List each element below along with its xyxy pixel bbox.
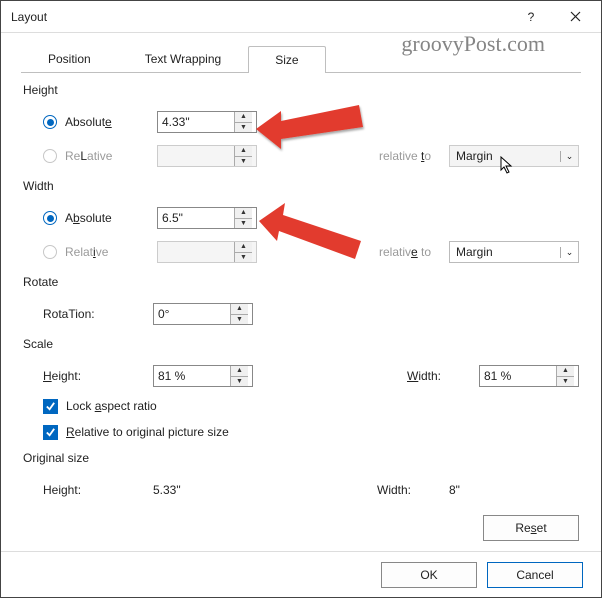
width-absolute-input[interactable] <box>158 208 234 228</box>
group-scale: Scale <box>23 337 579 351</box>
height-absolute-radio[interactable] <box>43 115 57 129</box>
width-absolute-label: Absolute <box>65 211 157 225</box>
lock-aspect-checkbox[interactable] <box>43 399 58 414</box>
scale-width-input[interactable] <box>480 366 556 386</box>
height-relative-label: ReLative <box>65 149 157 163</box>
height-relative-radio[interactable] <box>43 149 57 163</box>
chevron-down-icon: ⌄ <box>560 151 578 162</box>
width-relative-radio[interactable] <box>43 245 57 259</box>
scale-height-input[interactable] <box>154 366 230 386</box>
rotation-label: RotaTion: <box>43 307 153 321</box>
group-rotate: Rotate <box>23 275 579 289</box>
close-icon <box>570 11 581 22</box>
tab-text-wrapping[interactable]: Text Wrapping <box>118 45 248 72</box>
spin-up-icon[interactable]: ▲ <box>235 208 252 218</box>
chevron-down-icon[interactable]: ⌄ <box>560 247 578 258</box>
help-button[interactable]: ? <box>509 2 553 32</box>
tab-position[interactable]: Position <box>21 45 118 72</box>
height-relative-input <box>158 146 234 166</box>
group-width: Width <box>23 179 579 193</box>
ok-button[interactable]: OK <box>381 562 477 588</box>
scale-height-label: Height: <box>43 369 153 383</box>
width-relative-input <box>158 242 234 262</box>
group-height: Height <box>23 83 579 97</box>
width-relative-spinner: ▲▼ <box>157 241 257 263</box>
orig-width-label: Width: <box>377 483 449 497</box>
tabstrip: Position Text Wrapping Size <box>21 45 601 72</box>
width-absolute-spinner[interactable]: ▲▼ <box>157 207 257 229</box>
rotation-input[interactable] <box>154 304 230 324</box>
height-absolute-input[interactable] <box>158 112 234 132</box>
scale-height-spinner[interactable]: ▲▼ <box>153 365 253 387</box>
group-original-size: Original size <box>23 451 579 465</box>
spin-down-icon[interactable]: ▼ <box>235 122 252 133</box>
relative-original-label: Relative to original picture size <box>66 425 229 439</box>
orig-height-value: 5.33" <box>153 483 253 497</box>
close-button[interactable] <box>553 2 597 32</box>
height-relative-to-combo: Margin ⌄ <box>449 145 579 167</box>
relative-original-checkbox[interactable] <box>43 425 58 440</box>
height-relative-to-label: relative to <box>379 149 449 163</box>
height-absolute-label: Absolute <box>65 115 157 129</box>
lock-aspect-label: Lock aspect ratio <box>66 399 157 413</box>
width-relative-to-label: relative to <box>379 245 449 259</box>
rotation-spinner[interactable]: ▲▼ <box>153 303 253 325</box>
cancel-button[interactable]: Cancel <box>487 562 583 588</box>
width-relative-to-combo[interactable]: Margin ⌄ <box>449 241 579 263</box>
dialog-title: Layout <box>11 10 47 24</box>
orig-height-label: Height: <box>43 483 153 497</box>
width-absolute-radio[interactable] <box>43 211 57 225</box>
reset-button[interactable]: Reset <box>483 515 579 541</box>
height-relative-spinner: ▲▼ <box>157 145 257 167</box>
width-relative-label: Relative <box>65 245 157 259</box>
scale-width-spinner[interactable]: ▲▼ <box>479 365 579 387</box>
scale-width-label: Width: <box>407 369 479 383</box>
spin-up-icon[interactable]: ▲ <box>235 112 252 122</box>
height-absolute-spinner[interactable]: ▲▼ <box>157 111 257 133</box>
spin-down-icon[interactable]: ▼ <box>235 218 252 229</box>
orig-width-value: 8" <box>449 483 579 497</box>
tab-size[interactable]: Size <box>248 46 325 73</box>
